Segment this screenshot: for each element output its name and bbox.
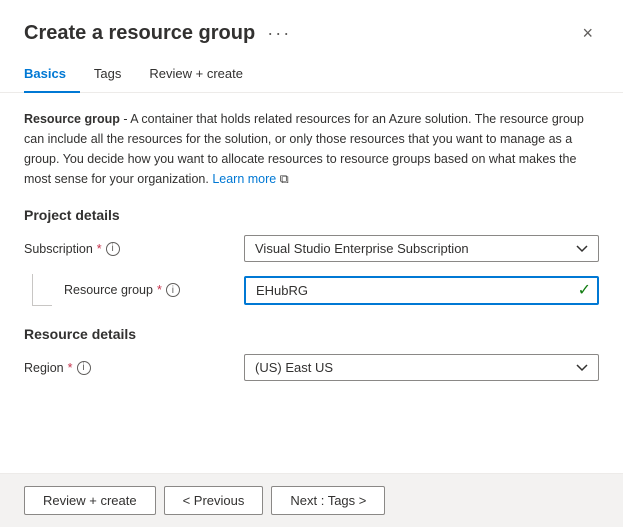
description-highlight: Resource group bbox=[24, 112, 120, 126]
subscription-field: Visual Studio Enterprise Subscription bbox=[244, 235, 599, 262]
tab-bar: Basics Tags Review + create bbox=[0, 58, 623, 93]
tab-basics[interactable]: Basics bbox=[24, 58, 80, 93]
learn-more-link[interactable]: Learn more bbox=[212, 172, 276, 186]
ellipsis-button[interactable]: ··· bbox=[263, 21, 295, 46]
resource-details-section: Resource details Region * i (US) East US bbox=[24, 326, 599, 381]
external-link-icon: ⧉ bbox=[280, 172, 289, 186]
subscription-label: Subscription * i bbox=[24, 242, 244, 256]
dialog-footer: Review + create < Previous Next : Tags > bbox=[0, 473, 623, 527]
resource-group-required: * bbox=[157, 283, 162, 297]
resource-group-input[interactable] bbox=[244, 276, 599, 305]
resource-group-row: Resource group * i ✓ bbox=[24, 274, 599, 306]
previous-button[interactable]: < Previous bbox=[164, 486, 264, 515]
resource-details-title: Resource details bbox=[24, 326, 599, 342]
indent-line bbox=[32, 274, 52, 306]
resource-group-info-icon[interactable]: i bbox=[166, 283, 180, 297]
dialog-content: Resource group - A container that holds … bbox=[0, 93, 623, 473]
subscription-row: Subscription * i Visual Studio Enterpris… bbox=[24, 235, 599, 262]
resource-group-label-area: Resource group * i bbox=[24, 274, 244, 306]
dialog-title: Create a resource group bbox=[24, 22, 255, 45]
subscription-select[interactable]: Visual Studio Enterprise Subscription bbox=[244, 235, 599, 262]
dialog-header: Create a resource group ··· × bbox=[0, 0, 623, 46]
subscription-required: * bbox=[97, 242, 102, 256]
review-create-button[interactable]: Review + create bbox=[24, 486, 156, 515]
subscription-info-icon[interactable]: i bbox=[106, 242, 120, 256]
region-info-icon[interactable]: i bbox=[77, 361, 91, 375]
dialog-title-row: Create a resource group ··· bbox=[24, 21, 295, 46]
project-details-section: Project details Subscription * i Visual … bbox=[24, 207, 599, 306]
region-row: Region * i (US) East US bbox=[24, 354, 599, 381]
region-required: * bbox=[68, 361, 73, 375]
tab-review-create[interactable]: Review + create bbox=[135, 58, 257, 93]
resource-group-input-wrapper: ✓ bbox=[244, 276, 599, 305]
tab-tags[interactable]: Tags bbox=[80, 58, 135, 93]
resource-group-check-icon: ✓ bbox=[578, 280, 591, 300]
region-select[interactable]: (US) East US bbox=[244, 354, 599, 381]
close-button[interactable]: × bbox=[576, 20, 599, 46]
description-text: Resource group - A container that holds … bbox=[24, 109, 599, 189]
region-label: Region * i bbox=[24, 361, 244, 375]
next-button[interactable]: Next : Tags > bbox=[271, 486, 385, 515]
resource-group-field: ✓ bbox=[244, 276, 599, 305]
project-details-title: Project details bbox=[24, 207, 599, 223]
region-field: (US) East US bbox=[244, 354, 599, 381]
create-resource-group-dialog: Create a resource group ··· × Basics Tag… bbox=[0, 0, 623, 527]
